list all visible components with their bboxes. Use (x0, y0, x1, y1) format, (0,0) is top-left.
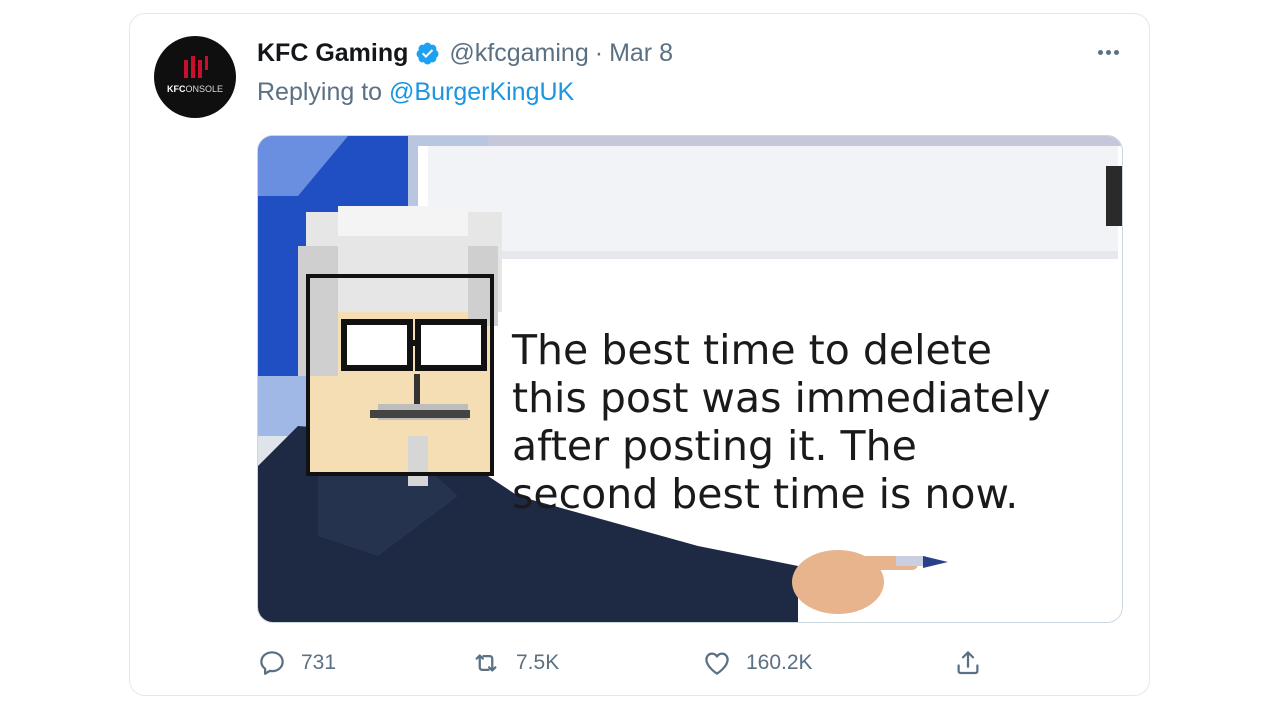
replying-to-line: Replying to @BurgerKingUK (257, 78, 574, 107)
author-name[interactable]: KFC Gaming (257, 39, 408, 68)
kfc-console-logo-icon (184, 56, 208, 78)
tweet-header: KFC Gaming @kfcgaming · Mar 8 (257, 36, 673, 70)
meme-caption-line: The best time to delete (512, 326, 993, 374)
avatar[interactable]: KFCONSOLE (154, 36, 236, 118)
share-icon (957, 651, 979, 675)
replying-to-mention[interactable]: @BurgerKingUK (389, 78, 574, 106)
retweet-icon (475, 654, 497, 672)
more-dot (1105, 49, 1111, 55)
meme-caption-line: after posting it. The (512, 422, 917, 470)
avatar-logo-text: KFCONSOLE (154, 84, 236, 94)
more-options-icon[interactable] (1093, 42, 1123, 62)
tweet-media-image[interactable]: The best time to delete this post was im… (257, 135, 1123, 623)
meme-caption: The best time to delete this post was im… (512, 326, 1092, 518)
tweet-date[interactable]: Mar 8 (609, 39, 673, 68)
author-handle[interactable]: @kfcgaming (449, 39, 588, 68)
like-button[interactable]: 160.2K (702, 646, 813, 680)
reply-icon (260, 651, 284, 675)
verified-badge-icon (416, 42, 439, 64)
like-count: 160.2K (746, 651, 813, 674)
retweet-button[interactable]: 7.5K (470, 646, 559, 680)
tweet-actions: 731 7.5K 160.2K (257, 646, 1123, 680)
tweet-card[interactable]: KFCONSOLE KFC Gaming @kfcgaming · Mar 8 … (129, 13, 1150, 696)
meme-caption-line: second best time is now. (512, 470, 1019, 518)
avatar-logo-rest: ONSOLE (185, 84, 223, 94)
more-dot (1097, 49, 1103, 55)
share-button[interactable] (953, 646, 983, 680)
more-dot (1113, 49, 1119, 55)
meme-caption-line: this post was immediately (512, 374, 1051, 422)
avatar-logo-bold: KFC (166, 84, 186, 94)
reply-count: 731 (301, 651, 337, 674)
reply-button[interactable]: 731 (257, 646, 336, 680)
replying-to-prefix: Replying to (257, 78, 383, 106)
heart-icon (705, 652, 729, 675)
separator-dot: · (594, 38, 604, 67)
retweet-count: 7.5K (516, 651, 560, 674)
